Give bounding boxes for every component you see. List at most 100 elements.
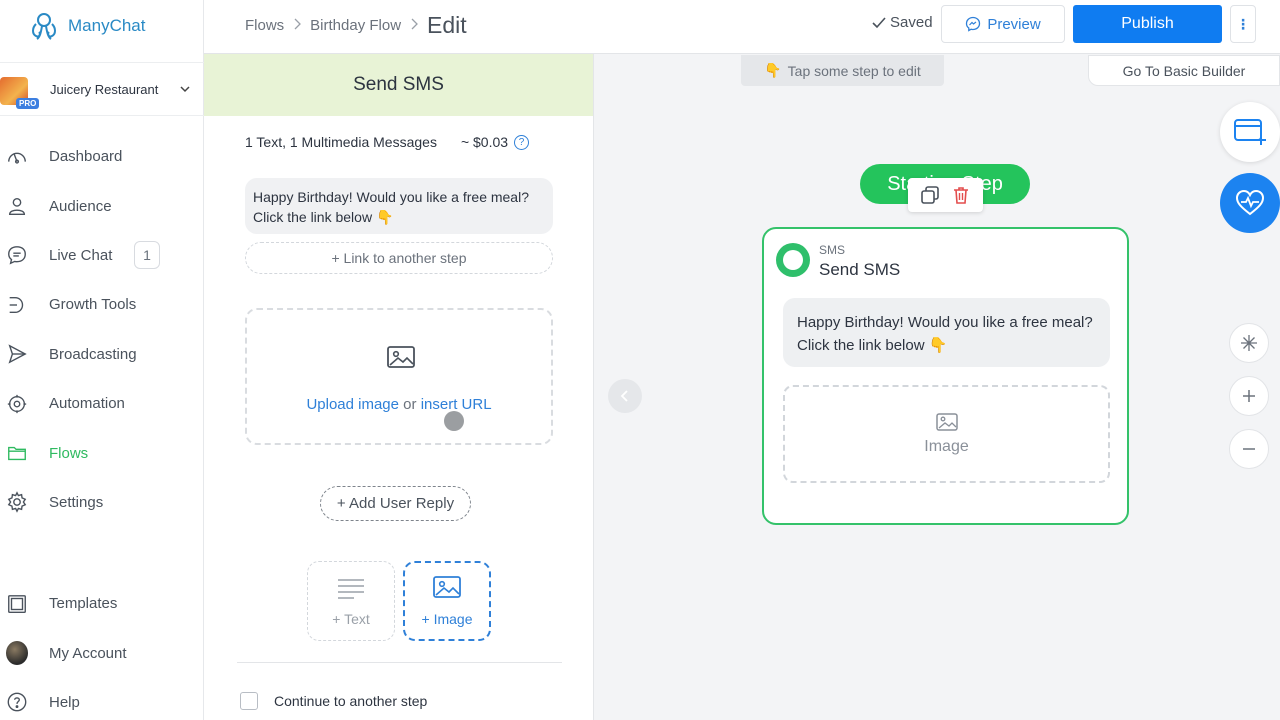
nav-item-live-chat[interactable]: Live Chat 1 xyxy=(0,231,204,280)
page-title: Edit xyxy=(427,11,467,38)
gear-icon xyxy=(6,491,28,514)
automation-icon xyxy=(6,393,28,415)
app-name: ManyChat xyxy=(68,16,146,35)
sms-icon xyxy=(776,243,810,277)
hint-text: Tap some step to edit xyxy=(787,62,921,79)
divider xyxy=(237,662,562,663)
add-image-label: + Image xyxy=(421,611,473,627)
chat-bubble-icon xyxy=(6,244,28,266)
main-nav: Dashboard Audience Live Chat 1 Growth To… xyxy=(0,132,204,527)
live-chat-count-badge: 1 xyxy=(134,241,160,270)
message-summary: 1 Text, 1 Multimedia Messages ~ $0.03 ? xyxy=(245,134,555,150)
chevron-down-icon xyxy=(178,82,192,96)
saved-status: Saved xyxy=(872,14,933,31)
nav-label: Help xyxy=(49,693,80,711)
image-icon xyxy=(433,576,461,598)
nav-label: Dashboard xyxy=(49,148,123,166)
nav-item-broadcasting[interactable]: Broadcasting xyxy=(0,330,204,379)
zoom-in-button[interactable] xyxy=(1229,376,1269,416)
nav-label: My Account xyxy=(49,644,127,662)
continue-label: Continue to another step xyxy=(274,693,428,709)
panel-title[interactable]: Send SMS xyxy=(204,54,593,116)
nav-label: Templates xyxy=(49,595,118,613)
collapse-panel-button[interactable] xyxy=(608,379,642,413)
bottom-nav: Templates My Account Help xyxy=(0,579,204,720)
duplicate-icon[interactable] xyxy=(920,185,940,205)
sms-step-node[interactable]: SMS Send SMS Happy Birthday! Would you l… xyxy=(762,227,1129,525)
continue-checkbox[interactable] xyxy=(240,692,258,710)
upload-or-text: or xyxy=(399,396,421,413)
add-user-reply-button[interactable]: + Add User Reply xyxy=(320,486,471,521)
nav-label: Automation xyxy=(49,395,125,413)
add-text-tile[interactable]: + Text xyxy=(307,561,395,641)
upload-image-link[interactable]: Upload image xyxy=(306,396,399,413)
top-header: Flows Birthday Flow Edit Saved Preview P… xyxy=(204,0,1280,54)
growth-tools-icon xyxy=(6,294,28,316)
nav-item-growth-tools[interactable]: Growth Tools xyxy=(0,280,204,329)
crumb-flows[interactable]: Flows xyxy=(245,17,284,34)
minus-icon xyxy=(1243,448,1255,450)
nav-item-automation[interactable]: Automation xyxy=(0,379,204,428)
flow-canvas[interactable]: 👇 Tap some step to edit Go To Basic Buil… xyxy=(595,54,1280,720)
chevron-right-icon xyxy=(410,18,418,33)
nav-item-flows[interactable]: Flows xyxy=(0,428,204,477)
link-to-step-button[interactable]: + Link to another step xyxy=(245,242,553,274)
image-icon xyxy=(387,346,415,368)
summary-text: 1 Text, 1 Multimedia Messages xyxy=(245,134,437,150)
new-card-icon xyxy=(1234,119,1266,145)
publish-button[interactable]: Publish xyxy=(1073,5,1222,43)
more-options-button[interactable]: ⋮ xyxy=(1230,5,1256,43)
canvas-hint: 👇 Tap some step to edit xyxy=(741,55,944,86)
trash-icon[interactable] xyxy=(951,185,971,205)
help-circle-icon[interactable]: ? xyxy=(514,134,530,150)
nav-label: Growth Tools xyxy=(49,296,137,314)
crumb-birthday-flow[interactable]: Birthday Flow xyxy=(310,17,401,34)
cost-text: ~ $0.03 xyxy=(460,134,509,150)
nav-item-my-account[interactable]: My Account xyxy=(0,628,204,677)
nav-item-settings[interactable]: Settings xyxy=(0,478,204,527)
go-to-basic-builder-button[interactable]: Go To Basic Builder xyxy=(1088,55,1280,86)
checkmark-icon xyxy=(872,16,886,28)
breadcrumb: Flows Birthday Flow Edit xyxy=(245,0,467,50)
chevron-right-icon xyxy=(293,18,302,33)
nav-item-help[interactable]: Help xyxy=(0,678,204,720)
manychat-logo-icon xyxy=(32,13,56,40)
nav-label: Audience xyxy=(49,197,112,215)
preview-button[interactable]: Preview xyxy=(941,5,1065,43)
magic-wand-button[interactable] xyxy=(1229,323,1269,363)
account-switcher[interactable]: PRO Juicery Restaurant xyxy=(0,62,204,116)
nav-item-templates[interactable]: Templates xyxy=(0,579,204,628)
dashboard-icon xyxy=(6,146,28,168)
audience-icon xyxy=(6,195,28,217)
nav-item-audience[interactable]: Audience xyxy=(0,181,204,230)
node-image-label: Image xyxy=(924,437,969,455)
zoom-out-button[interactable] xyxy=(1229,429,1269,469)
add-text-label: + Text xyxy=(332,611,370,627)
nav-item-dashboard[interactable]: Dashboard xyxy=(0,132,204,181)
messenger-icon xyxy=(966,16,981,32)
account-name: Juicery Restaurant xyxy=(50,81,159,97)
sms-text-message[interactable]: Happy Birthday! Would you like a free me… xyxy=(245,178,553,234)
folder-icon xyxy=(6,442,28,464)
saved-label: Saved xyxy=(890,14,933,31)
sparkle-icon xyxy=(1241,335,1257,351)
add-image-tile[interactable]: + Image xyxy=(403,561,491,641)
mouse-cursor xyxy=(444,411,464,431)
nav-label: Settings xyxy=(49,493,104,511)
image-upload-area[interactable]: Upload image or insert URL xyxy=(245,308,553,445)
node-toolbar xyxy=(908,178,983,212)
add-step-button[interactable] xyxy=(1220,102,1280,162)
plus-icon xyxy=(1243,390,1255,402)
continue-option[interactable]: Continue to another step xyxy=(240,692,427,710)
sidebar: ManyChat PRO Juicery Restaurant Dashboar… xyxy=(0,0,204,720)
upload-instructions: Upload image or insert URL xyxy=(247,396,551,413)
pointing-down-icon: 👇 xyxy=(764,62,782,78)
nav-label: Live Chat xyxy=(49,246,113,264)
flow-health-button[interactable] xyxy=(1220,173,1280,233)
account-avatar: PRO xyxy=(0,69,40,109)
manychat-logo[interactable]: ManyChat xyxy=(28,10,145,42)
heart-pulse-icon xyxy=(1235,189,1265,216)
node-type: SMS xyxy=(819,243,846,257)
step-editor-panel: Send SMS 1 Text, 1 Multimedia Messages ~… xyxy=(204,54,594,720)
preview-label: Preview xyxy=(987,15,1041,33)
